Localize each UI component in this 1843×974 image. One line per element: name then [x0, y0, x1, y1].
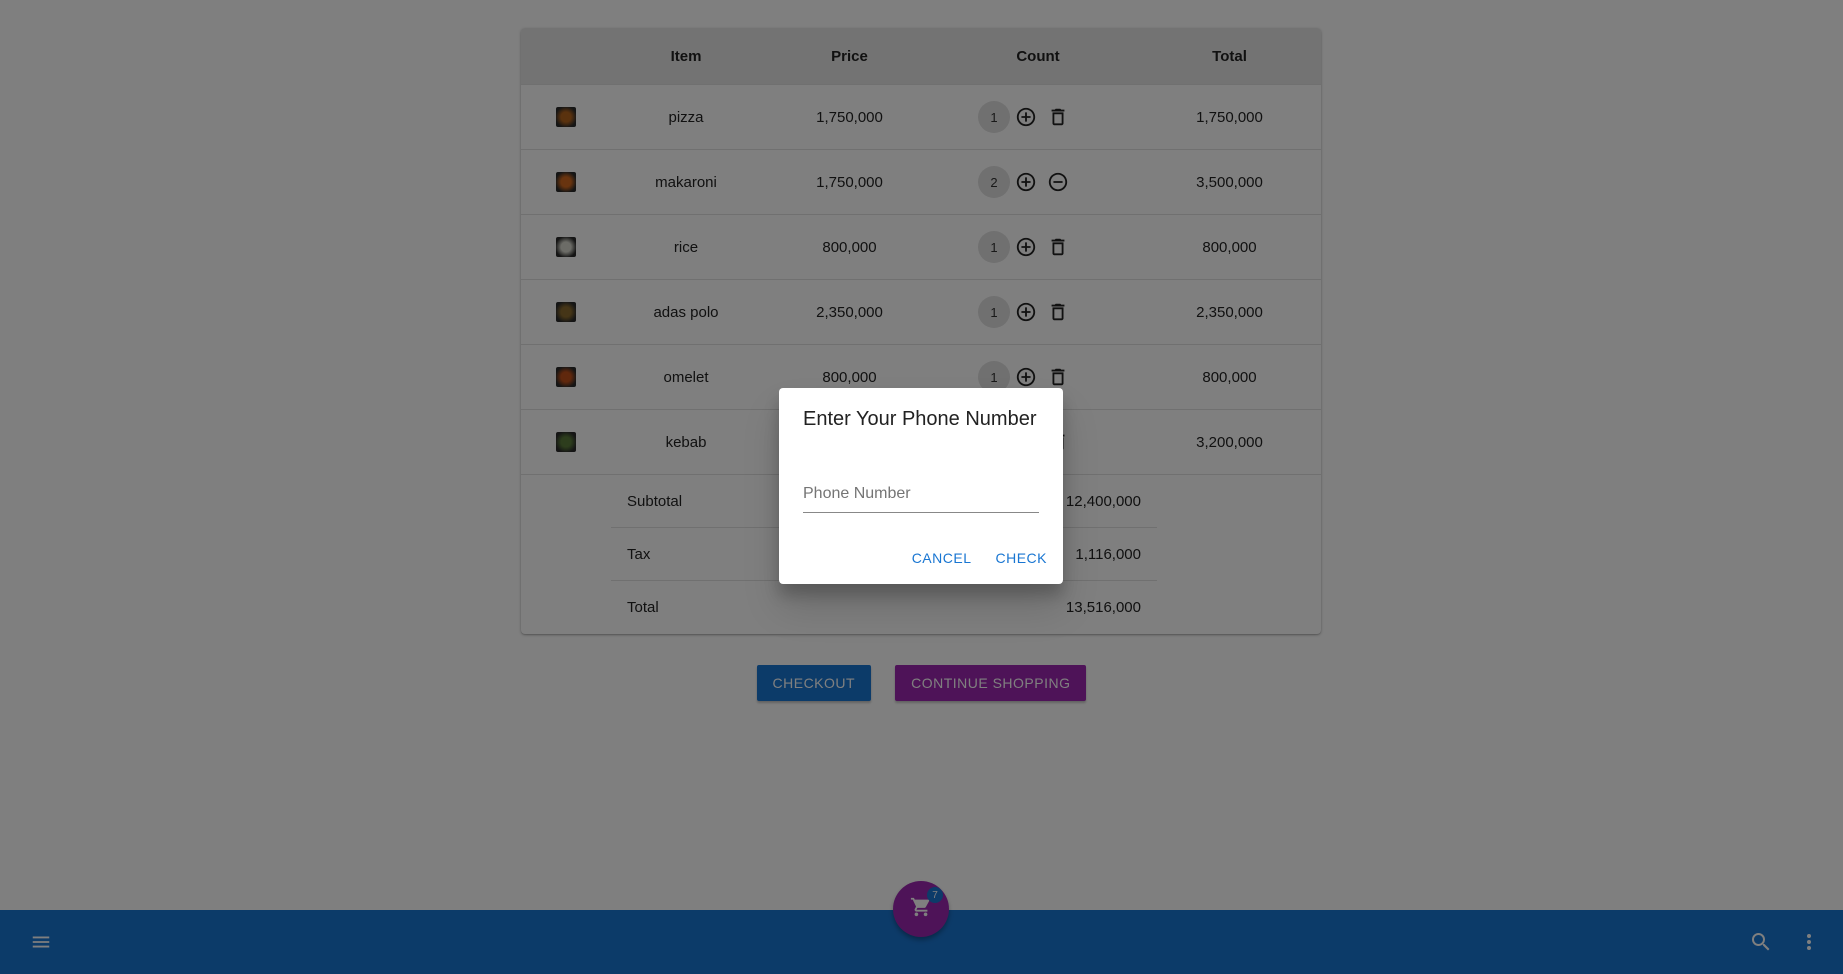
check-button[interactable]: CHECK — [987, 540, 1055, 576]
phone-number-input[interactable] — [803, 480, 1039, 508]
dialog-title: Enter Your Phone Number — [803, 408, 1037, 430]
phone-number-dialog: Enter Your Phone Number CANCEL CHECK — [779, 388, 1063, 584]
dialog-actions: CANCEL CHECK — [904, 540, 1055, 576]
cancel-button[interactable]: CANCEL — [904, 540, 980, 576]
phone-number-field — [803, 480, 1039, 513]
